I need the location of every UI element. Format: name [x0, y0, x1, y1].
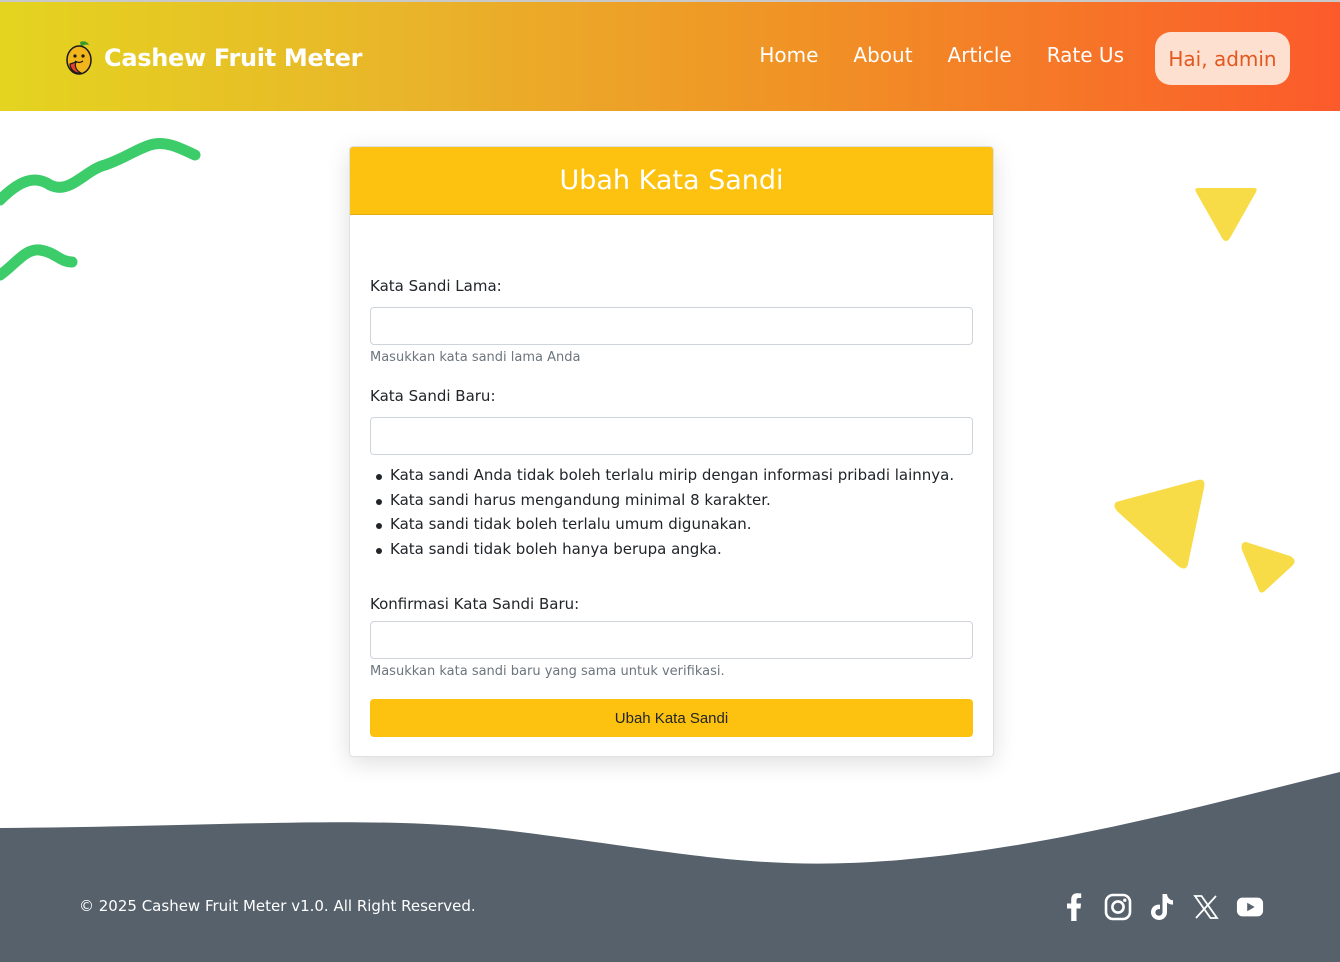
youtube-icon[interactable] — [1236, 892, 1264, 922]
old-password-input[interactable] — [370, 307, 973, 345]
instagram-icon[interactable] — [1104, 892, 1132, 922]
password-rule: Kata sandi tidak boleh terlalu umum digu… — [370, 515, 954, 540]
old-password-label: Kata Sandi Lama: — [370, 277, 502, 295]
confirm-password-help: Masukkan kata sandi baru yang sama untuk… — [370, 664, 725, 679]
change-password-button[interactable]: Ubah Kata Sandi — [370, 699, 973, 737]
password-rules-list: Kata sandi Anda tidak boleh terlalu miri… — [370, 466, 954, 564]
nav-rate-us[interactable]: Rate Us — [1047, 43, 1124, 67]
confirm-password-label: Konfirmasi Kata Sandi Baru: — [370, 595, 580, 613]
yellow-triangle-decoration — [1114, 479, 1205, 569]
nav-about[interactable]: About — [853, 43, 912, 67]
green-squiggle-decoration — [0, 137, 201, 281]
yellow-triangle-decoration — [1241, 542, 1295, 593]
old-password-help: Masukkan kata sandi lama Anda — [370, 350, 581, 365]
x-icon[interactable] — [1192, 892, 1220, 922]
brand[interactable]: Cashew Fruit Meter — [64, 38, 362, 78]
tiktok-icon[interactable] — [1148, 892, 1176, 922]
facebook-icon[interactable] — [1060, 892, 1088, 922]
password-rule: Kata sandi Anda tidak boleh terlalu miri… — [370, 466, 954, 491]
main-nav: Home About Article Rate Us — [759, 43, 1124, 67]
top-navbar: Cashew Fruit Meter Home About Article Ra… — [0, 0, 1340, 111]
social-links — [1060, 892, 1264, 922]
nav-article[interactable]: Article — [948, 43, 1012, 67]
password-rule: Kata sandi harus mengandung minimal 8 ka… — [370, 491, 954, 516]
footer-background — [0, 772, 1340, 962]
cashew-logo-icon — [66, 41, 92, 75]
password-rule: Kata sandi tidak boleh hanya berupa angk… — [370, 540, 954, 565]
copyright-text: © 2025 Cashew Fruit Meter v1.0. All Righ… — [79, 897, 476, 915]
new-password-input[interactable] — [370, 417, 973, 455]
card-header: Ubah Kata Sandi — [350, 147, 993, 215]
yellow-triangle-decoration — [1195, 188, 1257, 241]
confirm-password-input[interactable] — [370, 621, 973, 659]
page-title: Ubah Kata Sandi — [559, 165, 784, 196]
new-password-label: Kata Sandi Baru: — [370, 387, 496, 405]
brand-name: Cashew Fruit Meter — [104, 44, 363, 72]
user-menu-button[interactable]: Hai, admin — [1155, 32, 1290, 85]
change-password-card: Ubah Kata Sandi Kata Sandi Lama: Masukka… — [349, 146, 994, 757]
nav-home[interactable]: Home — [759, 43, 818, 67]
